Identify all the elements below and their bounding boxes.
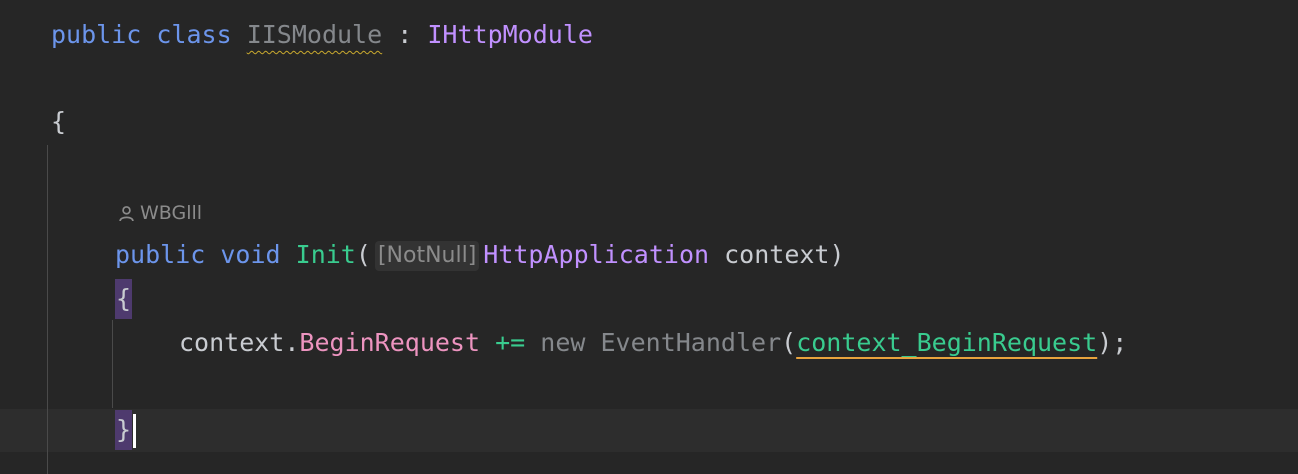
code-line-method-signature[interactable]: public void Init([NotNull] HttpApplicatio… [115, 235, 845, 275]
author-name: WBGlll [140, 202, 203, 224]
code-line-class-declaration[interactable]: public class IISModule : IHttpModule [51, 15, 593, 55]
user-icon [119, 205, 134, 221]
open-brace: { [51, 107, 67, 136]
code-line-event-subscription[interactable]: context.BeginRequest += new EventHandler… [179, 323, 1127, 363]
param-name: context [724, 240, 830, 269]
text-caret [133, 414, 137, 448]
code-editor[interactable]: public class IISModule : IHttpModule { W… [0, 0, 1298, 474]
paren-open: ( [781, 328, 797, 357]
method-close-brace-highlighted: } [115, 410, 133, 450]
operator-add-assign: += [495, 328, 526, 357]
keyword-new: new [540, 328, 586, 357]
code-line-method-close-brace[interactable]: } [115, 410, 137, 450]
context-variable: context [179, 328, 285, 357]
dot: . [284, 328, 300, 357]
notnull-inlay-hint[interactable]: [NotNull] [374, 241, 480, 271]
paren-close: ) [829, 240, 845, 269]
codevision-author[interactable]: WBGlll [118, 199, 202, 227]
event-name[interactable]: BeginRequest [299, 328, 480, 357]
handler-method-reference[interactable]: context_BeginRequest [796, 328, 1097, 357]
paren-open: ( [355, 240, 371, 269]
keyword-class: class [156, 20, 232, 49]
current-line-highlight [0, 409, 1298, 452]
keyword-void: void [220, 240, 281, 269]
param-type[interactable]: HttpApplication [483, 240, 709, 269]
statement-end: ); [1097, 328, 1128, 357]
method-name[interactable]: Init [296, 240, 356, 269]
indent-guide-class [47, 145, 48, 474]
handler-type[interactable]: EventHandler [601, 328, 782, 357]
colon: : [397, 20, 413, 49]
method-open-brace-highlighted: { [115, 279, 133, 319]
class-name[interactable]: IISModule [247, 20, 382, 49]
code-line-method-open-brace[interactable]: { [115, 279, 133, 319]
keyword-public: public [51, 20, 142, 49]
interface-name[interactable]: IHttpModule [427, 20, 593, 49]
indent-guide-method [112, 320, 113, 408]
keyword-public: public [115, 240, 206, 269]
code-line-class-open-brace[interactable]: { [51, 102, 66, 142]
